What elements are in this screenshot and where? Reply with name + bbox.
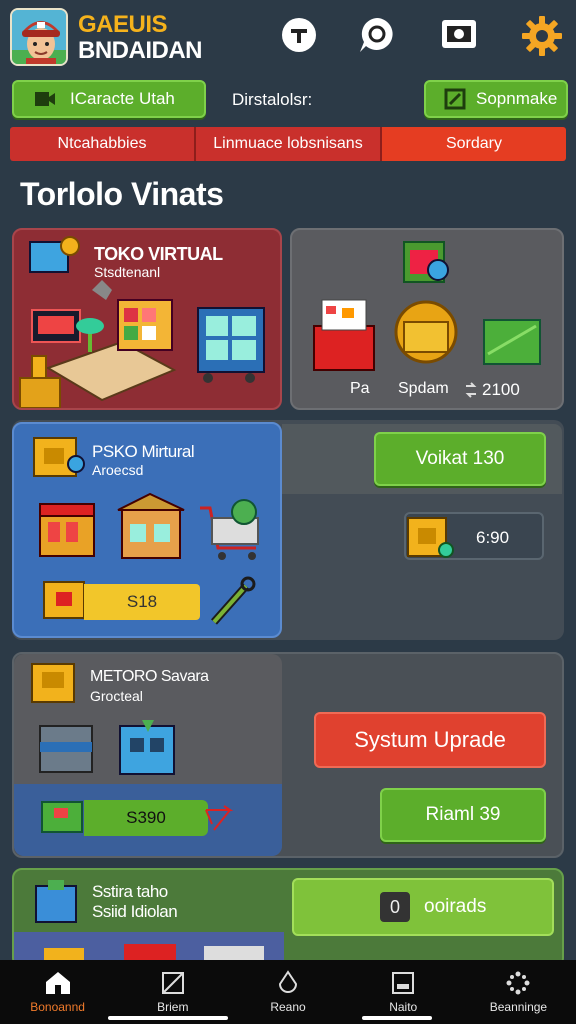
crate-icon [407,517,454,558]
metoro-price: S390 [84,800,208,836]
chat-icon[interactable] [356,14,398,56]
category-tabs: Ntcahabbies Linmuace lobsnisans Sordary [10,127,566,161]
metoro-card[interactable]: METORO Savara Grocteal S390 [14,654,282,856]
video-icon [35,92,55,106]
stats-card[interactable]: Pa Spdam 2100 [290,228,564,410]
cash-box-icon [41,801,83,833]
sistima-title-2: Ssiid Idiolan [92,902,178,921]
nav-item-3[interactable]: Reano [230,960,345,1024]
toko-subtitle: Stsdtenanl [94,264,161,280]
nav-item-5[interactable]: Beanninge [461,960,576,1024]
stats-value: 2100 [482,380,520,399]
make-button[interactable]: Sopnmake [424,80,568,118]
toko-card[interactable]: TOKO VIRTUAL Stsdtenanl [12,228,282,410]
nav-item-3-label: Reano [270,1000,306,1014]
system-upgrade-button[interactable]: Systum Uprade [314,712,546,768]
metoro-title: METORO Savara [90,668,209,685]
stats-label-b: Spdam [398,380,449,397]
psko-price: S18 [84,584,200,620]
riaml-button[interactable]: Riaml 39 [380,788,546,842]
nav-item-2[interactable]: Briem [115,960,230,1024]
psko-card[interactable]: PSKO Mirtural Aroecsd S18 [12,422,282,638]
t-circle-icon[interactable] [278,14,320,56]
section-title: Torlolo Vinats [20,176,224,212]
psko-subtitle: Aroecsd [92,462,144,478]
stats-value-row: 2100 [464,380,520,400]
tab-hobbies[interactable]: Ntcahabbies [10,127,196,161]
nav-item-4[interactable]: Naito [346,960,461,1024]
sistima-title-1: Sstira taho [92,882,168,901]
tab-licenses[interactable]: Linmuace lobsnisans [196,127,382,161]
home-indicator-right [362,1016,432,1020]
sistima-button-icon: 0 [380,892,410,922]
game-title: GAEUIS BNDAIDAN [78,11,203,64]
nav-item-5-label: Beanninge [489,1000,548,1014]
crate-value: 6:90 [476,528,510,547]
make-button-label: Sopnmake [476,89,558,108]
blue-box-icon [35,880,77,923]
sistima-card[interactable]: Sstira taho Ssiid Idiolan 0 ooirads [12,868,564,968]
avatar[interactable] [10,8,68,66]
psko-title: PSKO Mirtural [92,442,195,461]
nav-home-label: Bonoannd [30,1000,85,1014]
character-button-label: ICaracte Utah [70,89,175,108]
arrow-icon [205,805,234,831]
metoro-subtitle: Grocteal [90,688,143,704]
dots-icon [506,971,530,995]
bottom-nav: Bonoannd Briem Reano Naito Beanninge [0,960,576,1024]
toko-title: TOKO VIRTUAL [94,244,223,264]
edit-icon [444,88,466,110]
crate-value-panel[interactable]: 6:90 [404,512,544,560]
nav-item-4-label: Naito [389,1000,418,1014]
home-indicator-left [108,1016,228,1020]
nav-item-2-label: Briem [157,1000,189,1014]
sistima-button-label: ooirads [424,896,487,917]
drop-icon [278,970,298,993]
camera-icon[interactable] [438,14,480,56]
game-title-line1: GAEUIS [78,11,168,38]
stats-label-a: Pa [350,380,370,397]
sistima-button[interactable]: 0 ooirads [292,878,554,936]
square-icon [161,972,184,994]
game-title-line2: BNDAIDAN [78,37,203,64]
tab-secondary[interactable]: Sordary [382,127,566,161]
info-label: Dirstalolsr: [232,90,313,109]
character-button[interactable]: ICaracte Utah [12,80,206,118]
nav-home[interactable]: Bonoannd [0,960,115,1024]
top-header: GAEUIS BNDAIDAN [0,0,576,72]
voikat-button[interactable]: Voikat 130 [374,432,546,486]
box-icon [392,972,415,994]
home-icon [45,972,70,994]
swap-arrows-icon [465,382,477,398]
gear-icon[interactable] [520,14,562,56]
